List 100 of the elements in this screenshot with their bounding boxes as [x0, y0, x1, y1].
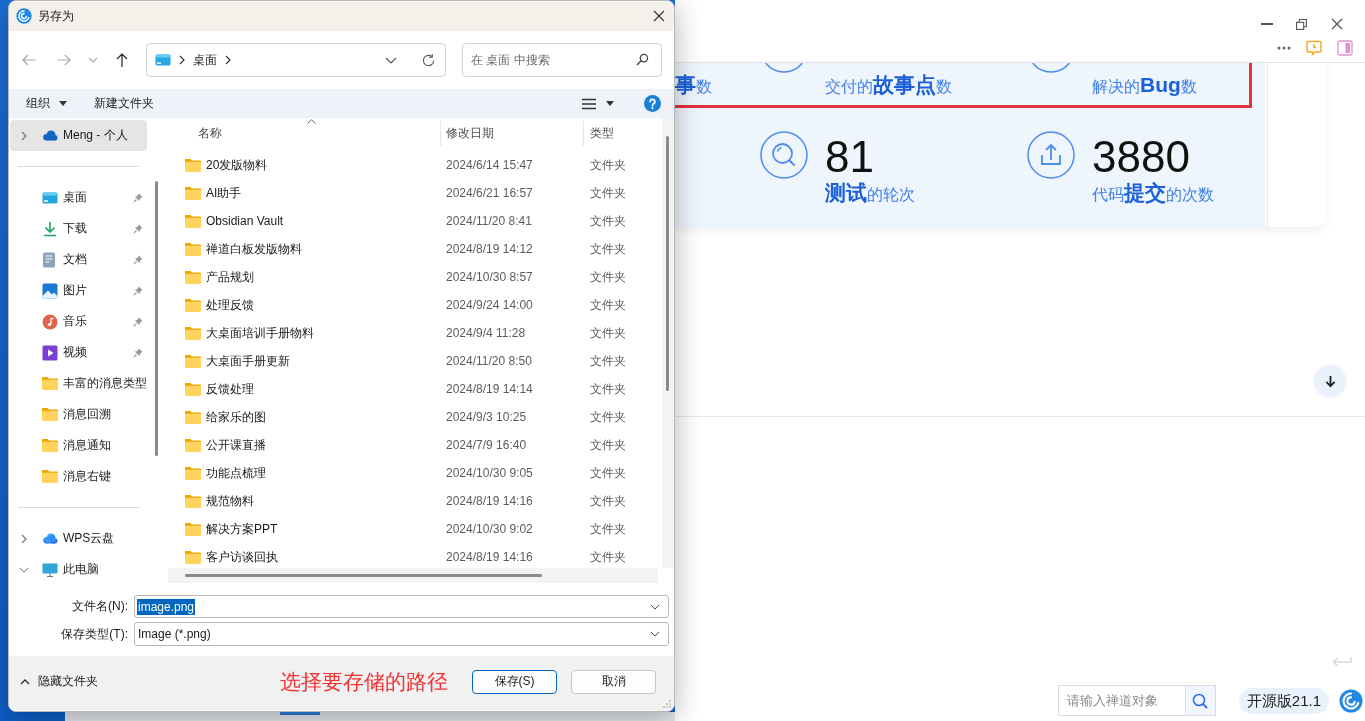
search-icon: [1192, 692, 1209, 709]
chevron-right-icon: [179, 55, 185, 65]
vertical-scrollbar[interactable]: [662, 118, 674, 568]
file-type: 文件夹: [590, 184, 626, 202]
chevron-right-icon[interactable]: [225, 55, 231, 65]
desktop-icon: [42, 191, 58, 204]
folder-icon: [185, 186, 201, 200]
file-type: 文件夹: [590, 548, 626, 566]
clock-bubble-icon[interactable]: [1306, 40, 1322, 56]
cancel-button[interactable]: 取消: [571, 669, 656, 694]
sidebar-item[interactable]: 消息右键: [10, 461, 147, 492]
save-button[interactable]: 保存(S): [472, 669, 557, 694]
sidebar-item[interactable]: Meng - 个人: [10, 120, 147, 151]
folder-icon: [185, 158, 201, 172]
scrollbar-thumb[interactable]: [185, 574, 542, 577]
sidebar-item[interactable]: 下载: [10, 213, 147, 244]
organize-button[interactable]: 组织: [18, 90, 75, 117]
horizontal-scrollbar[interactable]: [168, 568, 658, 583]
file-row[interactable]: Obsidian Vault 2024/11/20 8:41 文件夹: [168, 207, 662, 235]
sidebar-item[interactable]: 丰富的消息类型: [10, 368, 147, 399]
chevron-down-icon[interactable]: [650, 631, 660, 637]
file-row[interactable]: 给家乐的图 2024/9/3 10:25 文件夹: [168, 403, 662, 431]
file-date: 2024/8/19 14:14: [446, 382, 533, 396]
address-bar[interactable]: 桌面: [146, 43, 446, 77]
file-date: 2024/11/20 8:50: [446, 354, 532, 368]
scrollbar-thumb[interactable]: [155, 181, 158, 456]
file-row[interactable]: AI助手 2024/6/21 16:57 文件夹: [168, 179, 662, 207]
arrow-right-icon: [56, 52, 72, 68]
column-header[interactable]: 修改日期: [440, 121, 583, 146]
file-row[interactable]: 解决方案PPT 2024/10/30 9:02 文件夹: [168, 515, 662, 543]
column-header[interactable]: 名称: [168, 121, 440, 146]
folder-icon: [185, 494, 201, 508]
sidebar-item[interactable]: WPS云盘: [10, 523, 147, 554]
arrow-down-icon: [1324, 374, 1336, 388]
scroll-down-button[interactable]: [1314, 365, 1346, 397]
sidebar-item[interactable]: 视频: [10, 337, 147, 368]
sidebar-item[interactable]: 此电脑: [10, 554, 147, 583]
picture-icon: [42, 282, 58, 299]
help-icon[interactable]: [644, 95, 661, 112]
video-icon: [42, 344, 58, 361]
chevron-down-icon[interactable]: [19, 566, 29, 573]
file-type: 文件夹: [590, 464, 626, 482]
chevron-down-icon: [385, 56, 397, 64]
stat-label: 测试的轮次: [825, 180, 915, 206]
restore-icon: [1296, 18, 1307, 30]
file-type: 文件夹: [590, 240, 626, 258]
file-row[interactable]: 反馈处理 2024/8/19 14:14 文件夹: [168, 375, 662, 403]
search-button[interactable]: [1184, 685, 1216, 716]
new-folder-button[interactable]: 新建文件夹: [86, 90, 162, 117]
resize-grip-icon[interactable]: [663, 700, 671, 708]
search-icon[interactable]: [636, 53, 649, 66]
breadcrumb-item[interactable]: 桌面: [193, 51, 217, 69]
logo-icon[interactable]: [1339, 688, 1363, 713]
file-name: AI助手: [206, 184, 242, 202]
file-row[interactable]: 大桌面培训手册物料 2024/9/4 11:28 文件夹: [168, 319, 662, 347]
more-icon[interactable]: [1277, 46, 1291, 50]
magnifier-icon: [760, 131, 808, 179]
search-field[interactable]: 请输入禅道对象: [1057, 685, 1185, 716]
file-date: 2024/7/9 16:40: [446, 438, 527, 452]
document-icon: [42, 251, 56, 268]
file-name-field[interactable]: image.png: [134, 595, 669, 618]
stat-label: 代码提交的次数: [1092, 180, 1214, 206]
file-name: 禅道白板发版物料: [206, 240, 302, 258]
side-panel-icon[interactable]: [1337, 40, 1353, 56]
file-type: 文件夹: [590, 408, 626, 426]
version-badge[interactable]: 开源版21.1: [1238, 687, 1329, 714]
sidebar-item[interactable]: 文档: [10, 244, 147, 275]
folder-icon: [185, 214, 201, 228]
file-type: 文件夹: [590, 156, 626, 174]
sidebar-item[interactable]: 桌面: [10, 182, 147, 213]
search-field[interactable]: 在 桌面 中搜索: [462, 43, 662, 77]
cloud-icon: [42, 533, 58, 544]
file-date: 2024/10/30 9:05: [446, 466, 533, 480]
arrow-up-icon: [114, 52, 130, 68]
chevron-down-icon[interactable]: [650, 603, 660, 610]
file-row[interactable]: 客户访谈回执 2024/8/19 14:16 文件夹: [168, 543, 662, 568]
file-date: 2024/9/3 10:25: [446, 410, 527, 424]
file-row[interactable]: 禅道白板发版物料 2024/8/19 14:12 文件夹: [168, 235, 662, 263]
field-label: 文件名(N):: [71, 598, 128, 615]
file-row[interactable]: 规范物料 2024/8/19 14:16 文件夹: [168, 487, 662, 515]
file-row[interactable]: 公开课直播 2024/7/9 16:40 文件夹: [168, 431, 662, 459]
scrollbar-thumb[interactable]: [666, 136, 669, 391]
file-type: 文件夹: [590, 436, 626, 454]
sidebar-item[interactable]: 图片: [10, 275, 147, 306]
desktop-icon: [155, 54, 171, 66]
file-row[interactable]: 处理反馈 2024/9/24 14:00 文件夹: [168, 291, 662, 319]
file-type: 文件夹: [590, 296, 626, 314]
sidebar-item[interactable]: 音乐: [10, 306, 147, 337]
file-type-dropdown[interactable]: Image (*.png): [134, 622, 669, 646]
sort-caret-icon: [307, 119, 316, 124]
sidebar-item[interactable]: 消息通知: [10, 430, 147, 461]
file-row[interactable]: 大桌面手册更新 2024/11/20 8:50 文件夹: [168, 347, 662, 375]
file-type: 文件夹: [590, 520, 626, 538]
file-row[interactable]: 功能点梳理 2024/10/30 9:05 文件夹: [168, 459, 662, 487]
sidebar-item[interactable]: 消息回溯: [10, 399, 147, 430]
file-row[interactable]: 20发版物料 2024/6/14 15:47 文件夹: [168, 151, 662, 179]
hide-folders-button[interactable]: 隐藏文件夹: [14, 668, 104, 695]
file-date: 2024/11/20 8:41: [446, 214, 532, 228]
file-row[interactable]: 产品规划 2024/10/30 8:57 文件夹: [168, 263, 662, 291]
file-name: 规范物料: [206, 492, 254, 510]
